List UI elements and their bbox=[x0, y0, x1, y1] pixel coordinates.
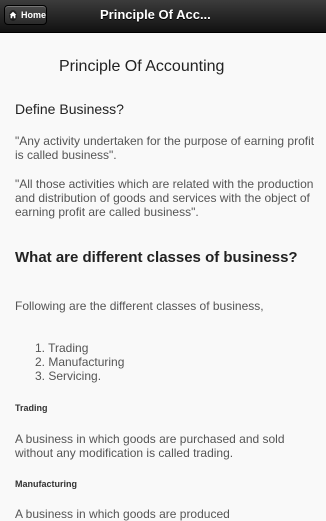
home-button-label: Home bbox=[21, 10, 47, 20]
home-icon bbox=[9, 9, 17, 21]
define-business-paragraph-2: "All those activities which are related … bbox=[15, 177, 314, 219]
header-title: Principle Of Acc... bbox=[100, 7, 211, 22]
define-business-paragraph-1: "Any activity undertaken for the purpose… bbox=[15, 134, 315, 162]
section-heading-classes: What are different classes of business? bbox=[15, 249, 298, 266]
app-header: Home Principle Of Acc... bbox=[0, 0, 326, 33]
section-heading-manufacturing: Manufacturing bbox=[15, 479, 77, 489]
manufacturing-text: A business in which goods are produced bbox=[15, 507, 230, 521]
section-heading-define-business: Define Business? bbox=[15, 101, 124, 117]
trading-text: A business in which goods are purchased … bbox=[15, 432, 285, 460]
home-button[interactable]: Home bbox=[4, 5, 47, 25]
list-item: 1. Trading bbox=[35, 341, 89, 355]
classes-intro: Following are the different classes of b… bbox=[15, 299, 264, 313]
section-heading-trading: Trading bbox=[15, 403, 48, 413]
list-item: 2. Manufacturing bbox=[35, 355, 125, 369]
classes-list: 1. Trading 2. Manufacturing 3. Servicing… bbox=[15, 341, 124, 383]
page-title: Principle Of Accounting bbox=[59, 58, 225, 75]
list-item: 3. Servicing. bbox=[35, 369, 102, 383]
